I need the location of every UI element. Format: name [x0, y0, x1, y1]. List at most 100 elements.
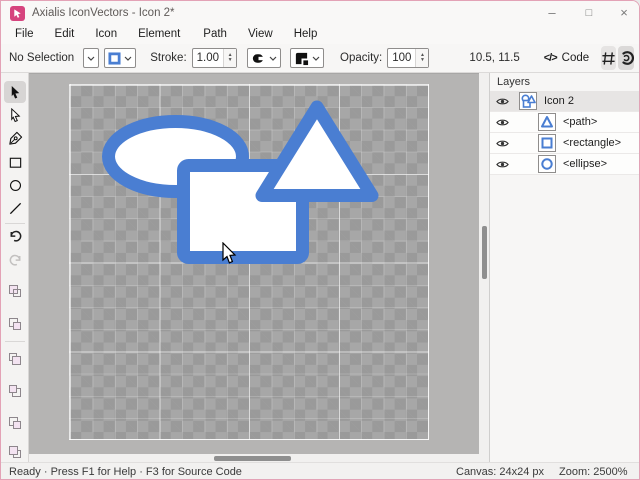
icon-canvas[interactable] — [69, 84, 429, 440]
stroke-label: Stroke: — [150, 52, 187, 64]
horizontal-scrollbar-thumb[interactable] — [214, 456, 291, 461]
tool-palette — [1, 73, 29, 462]
menu-icon[interactable]: Icon — [88, 26, 124, 42]
toolbar: No Selection Stroke: 1.00 ▲ ▼ Opacity: 10… — [1, 44, 639, 73]
visibility-eye-icon[interactable] — [496, 95, 510, 108]
menu-help[interactable]: Help — [287, 26, 325, 42]
status-zoom-level: Zoom: 2500% — [559, 466, 628, 478]
menu-file[interactable]: File — [8, 26, 41, 42]
layer-thumbnail-root — [519, 92, 537, 110]
chevron-down-icon — [87, 56, 95, 61]
layer-row-ellipse[interactable]: <ellipse> — [490, 154, 639, 175]
pointer-coordinates: 10.5, 11.5 — [469, 52, 520, 64]
chevron-down-icon — [124, 56, 132, 61]
line-join-icon — [295, 52, 309, 65]
redo-icon — [9, 254, 20, 266]
layers-panel: Layers Icon 2 <path> <rectangle> <ellips… — [489, 73, 639, 462]
close-button[interactable]: × — [609, 3, 639, 23]
palette-divider — [5, 223, 25, 224]
select-arrow-icon — [11, 85, 19, 98]
stroke-width-value[interactable]: 1.00 — [193, 49, 223, 67]
vertical-scrollbar-thumb[interactable] — [482, 226, 487, 279]
status-bar: Ready · Press F1 for Help · F3 for Sourc… — [1, 462, 639, 479]
fill-color-icon — [108, 51, 121, 65]
title-bar: Axialis IconVectors - Icon 2* – □ × — [1, 1, 639, 25]
boolean-subtract-button[interactable] — [4, 313, 26, 335]
layer-label[interactable]: <ellipse> — [563, 158, 607, 170]
minimize-button[interactable]: – — [537, 3, 567, 23]
send-to-back-button[interactable] — [4, 380, 26, 402]
line-cap-select[interactable] — [247, 48, 282, 68]
visibility-eye-icon[interactable] — [496, 137, 510, 150]
layer-label[interactable]: <path> — [563, 116, 597, 128]
pen-tool-button[interactable] — [4, 127, 26, 149]
ellipse-tool-button[interactable] — [4, 174, 26, 196]
layer-row-path[interactable]: <path> — [490, 112, 639, 133]
code-icon: </> — [543, 52, 558, 64]
layers-panel-title: Layers — [497, 76, 531, 88]
spinner-arrows-icon[interactable]: ▲ ▼ — [223, 49, 237, 67]
boolean-subtract-icon — [9, 318, 21, 330]
code-button[interactable]: </> Code — [538, 49, 595, 67]
visibility-eye-icon[interactable] — [496, 116, 510, 129]
stroke-width-spinner[interactable]: 1.00 ▲ ▼ — [191, 48, 238, 68]
menu-bar: File Edit Icon Element Path View Help — [1, 23, 639, 44]
grid-toggle-button[interactable] — [601, 46, 617, 70]
direct-select-arrow-icon — [10, 107, 20, 122]
palette-divider — [5, 341, 25, 342]
line-join-select[interactable] — [290, 48, 325, 68]
layer-thumbnail-path — [538, 113, 556, 131]
ellipse-icon — [9, 179, 21, 191]
undo-icon — [10, 230, 21, 242]
maximize-button[interactable]: □ — [574, 3, 604, 23]
opacity-spinner[interactable]: 100 ▲ ▼ — [387, 48, 430, 68]
layer-label[interactable]: Icon 2 — [544, 95, 574, 107]
layer-row-icon2[interactable]: Icon 2 — [490, 91, 639, 112]
layer-thumbnail-rectangle — [538, 134, 556, 152]
snap-rotate-toggle-button[interactable] — [618, 46, 635, 70]
bring-forward-button[interactable] — [4, 412, 26, 434]
pen-icon — [8, 131, 22, 145]
rectangle-tool-button[interactable] — [4, 151, 26, 173]
opacity-label: Opacity: — [340, 52, 383, 64]
app-window: Axialis IconVectors - Icon 2* – □ × File… — [0, 0, 640, 480]
bring-to-front-button[interactable] — [4, 348, 26, 370]
menu-path[interactable]: Path — [196, 26, 234, 42]
layer-label[interactable]: <rectangle> — [563, 137, 621, 149]
visibility-eye-icon[interactable] — [496, 158, 510, 171]
shape-style-select[interactable] — [83, 48, 100, 68]
chevron-down-icon — [269, 56, 277, 61]
horizontal-scrollbar[interactable] — [29, 454, 479, 462]
app-logo-icon — [10, 6, 25, 21]
status-canvas-size: Canvas: 24x24 px — [456, 466, 545, 478]
menu-element[interactable]: Element — [131, 26, 187, 42]
grid-icon — [602, 51, 615, 65]
layer-thumbnail-ellipse — [538, 155, 556, 173]
triangle-path-shape[interactable] — [255, 100, 379, 202]
canvas-viewport[interactable] — [29, 73, 479, 454]
spinner-arrows-icon[interactable]: ▲ ▼ — [415, 49, 429, 67]
chevron-down-icon — [312, 56, 320, 61]
selection-status: No Selection — [9, 52, 75, 64]
snap-rotate-icon — [622, 51, 635, 65]
line-tool-button[interactable] — [4, 197, 26, 219]
send-backward-icon — [9, 446, 21, 458]
fill-color-select[interactable] — [104, 48, 137, 68]
boolean-union-button[interactable] — [4, 280, 26, 302]
send-backward-button[interactable] — [4, 441, 26, 463]
status-message: Ready · Press F1 for Help · F3 for Sourc… — [9, 466, 242, 478]
direct-select-tool-button[interactable] — [4, 104, 26, 126]
mouse-cursor — [222, 242, 237, 264]
menu-edit[interactable]: Edit — [48, 26, 82, 42]
menu-view[interactable]: View — [241, 26, 280, 42]
bring-forward-icon — [9, 417, 21, 429]
layer-row-rectangle[interactable]: <rectangle> — [490, 133, 639, 154]
line-cap-icon — [252, 53, 266, 63]
vertical-scrollbar[interactable] — [479, 73, 489, 462]
rectangle-icon — [9, 157, 21, 168]
undo-button[interactable] — [4, 225, 26, 247]
redo-button[interactable] — [4, 249, 26, 271]
opacity-value[interactable]: 100 — [388, 49, 415, 67]
select-tool-button[interactable] — [4, 81, 26, 103]
send-to-back-icon — [9, 385, 21, 397]
